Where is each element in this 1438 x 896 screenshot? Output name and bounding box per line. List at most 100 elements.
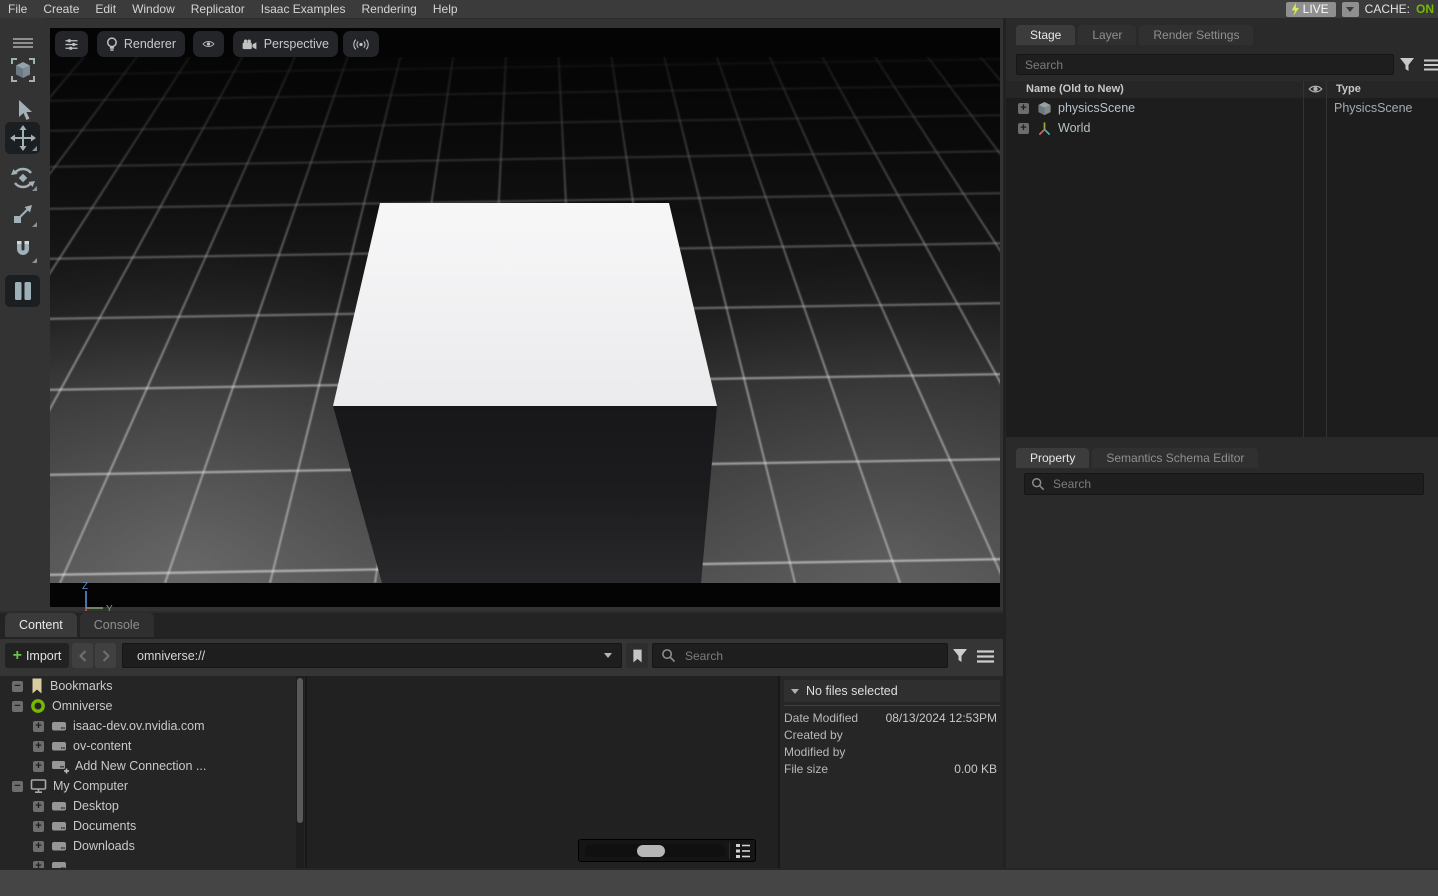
path-dropdown-icon[interactable] bbox=[604, 653, 612, 658]
stage-row-World[interactable]: + World bbox=[1006, 118, 1438, 138]
stage-row-physicsScene[interactable]: +physicsScenePhysicsScene bbox=[1006, 98, 1438, 118]
tab-content[interactable]: Content bbox=[5, 613, 77, 637]
prim-name[interactable]: World bbox=[1058, 121, 1090, 135]
content-options-icon[interactable] bbox=[977, 650, 994, 663]
live-dropdown-button[interactable] bbox=[1342, 2, 1359, 17]
menu-window[interactable]: Window bbox=[124, 2, 183, 16]
scrollbar-thumb[interactable] bbox=[297, 678, 303, 823]
camera-label: Perspective bbox=[264, 37, 329, 51]
expand-icon[interactable]: − bbox=[12, 781, 23, 792]
list-view-icon[interactable] bbox=[735, 843, 751, 859]
live-button[interactable]: LIVE bbox=[1286, 2, 1336, 17]
expand-icon[interactable]: + bbox=[33, 821, 44, 832]
stage-options-icon[interactable] bbox=[1424, 59, 1438, 71]
expand-icon[interactable]: + bbox=[33, 801, 44, 812]
expand-icon[interactable]: + bbox=[33, 721, 44, 732]
tree-item-documents[interactable]: + Documents bbox=[0, 816, 305, 836]
tree-item-desktop[interactable]: +Desktop bbox=[0, 796, 305, 816]
forward-button[interactable] bbox=[95, 643, 116, 668]
viewport-frame: Z Y X Renderer bbox=[50, 28, 1000, 607]
bookmark-button[interactable] bbox=[626, 643, 648, 668]
tree-item-label: Documents bbox=[73, 819, 136, 833]
menu-help[interactable]: Help bbox=[425, 2, 466, 16]
date-modified-value: 08/13/2024 12:53PM bbox=[886, 711, 997, 725]
broadcast-icon bbox=[352, 37, 370, 52]
filter-icon[interactable] bbox=[1399, 57, 1416, 73]
cube-top-face[interactable] bbox=[333, 203, 717, 406]
tree-item-partial[interactable]: + bbox=[0, 856, 305, 868]
renderer-dropdown[interactable]: Renderer bbox=[97, 31, 185, 57]
scale-tool[interactable] bbox=[5, 198, 40, 230]
tree-item-ov-content[interactable]: +ov-content bbox=[0, 736, 305, 756]
cube-front-face[interactable] bbox=[333, 406, 717, 583]
tree-item-add-new-connection-[interactable]: +Add New Connection ... bbox=[0, 756, 305, 776]
tree-item-isaac-dev-ov-nvidia-com[interactable]: +isaac-dev.ov.nvidia.com bbox=[0, 716, 305, 736]
expand-icon[interactable]: + bbox=[33, 741, 44, 752]
select-tool-icon bbox=[11, 98, 35, 122]
expand-icon[interactable]: + bbox=[33, 861, 44, 869]
file-grid-area[interactable] bbox=[307, 676, 778, 868]
expand-icon[interactable]: + bbox=[33, 761, 44, 772]
tab-stage[interactable]: Stage bbox=[1016, 25, 1075, 45]
expand-icon[interactable]: + bbox=[33, 841, 44, 852]
menu-create[interactable]: Create bbox=[35, 2, 87, 16]
tree-item-my-computer[interactable]: −My Computer bbox=[0, 776, 305, 796]
submenu-indicator bbox=[32, 186, 37, 191]
visibility-button[interactable] bbox=[193, 31, 224, 57]
menu-edit[interactable]: Edit bbox=[87, 2, 124, 16]
path-input[interactable] bbox=[122, 643, 622, 668]
tab-semantics-schema-editor[interactable]: Semantics Schema Editor bbox=[1092, 448, 1258, 468]
tab-render-settings[interactable]: Render Settings bbox=[1139, 25, 1253, 45]
viewport-canvas[interactable]: Z Y X bbox=[50, 57, 1000, 583]
stage-table-header[interactable]: Name (Old to New) Type bbox=[1006, 81, 1438, 98]
expand-icon[interactable]: + bbox=[1018, 123, 1029, 134]
live-label: LIVE bbox=[1303, 2, 1329, 16]
select-mode[interactable] bbox=[5, 54, 40, 86]
rotate-tool[interactable] bbox=[5, 162, 40, 194]
camera-icon bbox=[242, 37, 258, 52]
tab-layer[interactable]: Layer bbox=[1078, 25, 1136, 45]
bookmark-icon bbox=[30, 678, 44, 694]
tree-item-bookmarks[interactable]: −Bookmarks bbox=[0, 676, 305, 696]
prim-name[interactable]: physicsScene bbox=[1058, 101, 1135, 115]
renderer-label: Renderer bbox=[124, 37, 176, 51]
expand-icon[interactable]: − bbox=[12, 701, 23, 712]
cache-label: CACHE: bbox=[1365, 2, 1410, 16]
stage-tree: +physicsScenePhysicsScene+World bbox=[1006, 98, 1438, 437]
created-by-label: Created by bbox=[784, 728, 843, 742]
viewport-settings-button[interactable] bbox=[55, 31, 88, 57]
expand-icon[interactable]: + bbox=[1018, 103, 1029, 114]
menu-file[interactable]: File bbox=[0, 2, 35, 16]
tree-item-downloads[interactable]: +Downloads bbox=[0, 836, 305, 856]
thumbnail-size-control bbox=[578, 839, 756, 862]
column-name[interactable]: Name (Old to New) bbox=[1026, 83, 1124, 95]
tab-property[interactable]: Property bbox=[1016, 448, 1089, 468]
content-search-input[interactable] bbox=[652, 643, 948, 668]
camera-dropdown[interactable]: Perspective bbox=[233, 31, 338, 57]
snap-tool[interactable] bbox=[5, 234, 40, 266]
tab-console[interactable]: Console bbox=[80, 613, 154, 637]
expand-icon[interactable]: − bbox=[12, 681, 23, 692]
filter-icon[interactable] bbox=[952, 648, 969, 664]
file-size-label: File size bbox=[784, 762, 828, 776]
stage-search-input[interactable] bbox=[1016, 54, 1394, 75]
tree-scrollbar[interactable] bbox=[296, 676, 304, 868]
broadcast-button[interactable] bbox=[343, 31, 379, 57]
column-type[interactable]: Type bbox=[1336, 83, 1361, 95]
thumbnail-size-slider[interactable] bbox=[585, 844, 725, 857]
property-search-input[interactable] bbox=[1024, 473, 1424, 495]
selection-header[interactable]: No files selected bbox=[784, 680, 1000, 702]
omniverse-icon bbox=[30, 698, 46, 714]
menu-replicator[interactable]: Replicator bbox=[183, 2, 253, 16]
import-button[interactable]: + Import bbox=[5, 643, 69, 668]
snap-tool-icon bbox=[11, 238, 35, 262]
menu-isaac-examples[interactable]: Isaac Examples bbox=[253, 2, 354, 16]
content-browser: ContentConsole + Import bbox=[0, 611, 1003, 868]
tree-item-omniverse[interactable]: −Omniverse bbox=[0, 696, 305, 716]
back-button[interactable] bbox=[72, 643, 93, 668]
menu-items: FileCreateEditWindowReplicatorIsaac Exam… bbox=[0, 2, 466, 16]
slider-handle[interactable] bbox=[637, 845, 665, 857]
menu-rendering[interactable]: Rendering bbox=[353, 2, 424, 16]
pause-button[interactable] bbox=[5, 275, 40, 307]
move-tool[interactable] bbox=[5, 122, 40, 154]
